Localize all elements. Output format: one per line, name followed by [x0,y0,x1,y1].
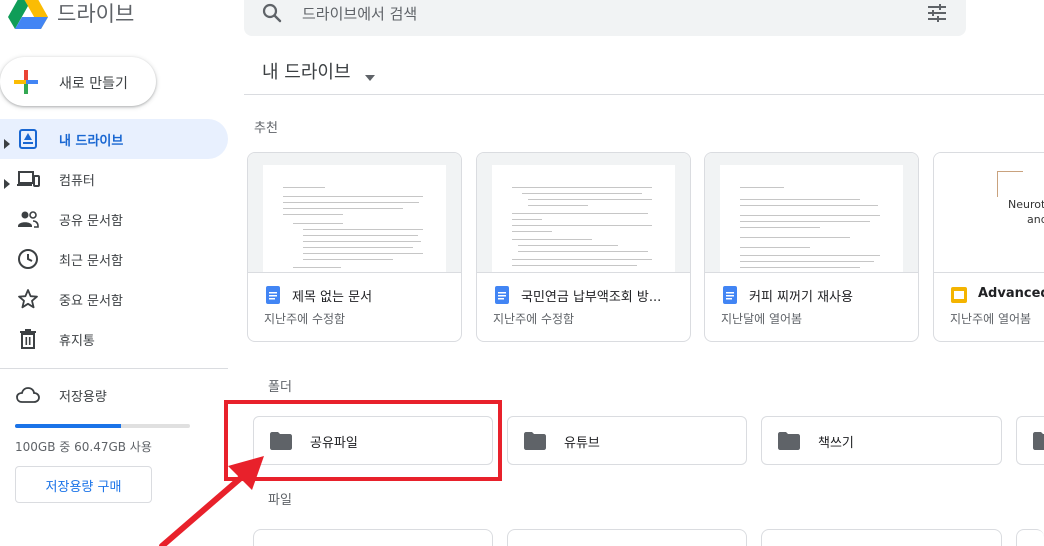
folder-item[interactable]: 책쓰기 [761,416,1002,465]
docs-icon [721,286,739,304]
file-name: 제목 없는 문서 [292,290,373,305]
file-thumbnail: Neurotran and Di [934,153,1044,273]
expand-caret-icon[interactable] [3,134,11,149]
slide-thumb-text: and Di [1027,213,1044,226]
suggested-file-card[interactable]: Neurotran and Di Advanced M 지난주에 열어봄 [933,152,1044,342]
plus-icon [12,68,40,96]
app-title: 드라이브 [57,2,135,26]
folder-icon [778,432,800,450]
folder-icon [524,432,546,450]
folder-name: 책쓰기 [818,436,854,451]
sidebar-item-label: 공유 문서함 [59,214,123,229]
folder-name: 유튜브 [564,436,600,451]
annotation-arrow-icon [159,456,264,546]
sidebar-item-label: 내 드라이브 [59,134,124,149]
sidebar-divider [0,368,228,369]
file-activity: 지난주에 열어봄 [950,312,1032,326]
buy-storage-label: 저장용량 구매 [45,480,122,495]
chevron-down-icon[interactable] [364,67,376,81]
google-drive-logo[interactable] [8,0,48,30]
clock-icon [16,247,40,271]
search-input[interactable]: 드라이브에서 검색 [302,3,417,24]
storage-usage-bar [15,424,190,428]
folders-section-label: 폴더 [268,380,292,395]
star-icon [16,287,40,311]
storage-usage-fill [15,424,121,428]
sidebar-item-label: 휴지통 [59,334,95,349]
file-thumbnail [248,153,461,273]
storage-label: 저장용량 [59,390,107,405]
suggested-file-card[interactable]: 제목 없는 문서 지난주에 수정함 [247,152,462,342]
file-activity: 지난달에 열어봄 [721,312,803,326]
folder-icon [1033,432,1044,450]
file-card[interactable] [761,529,1002,546]
storage-usage-text: 100GB 중 60.47GB 사용 [15,440,152,454]
slide-thumb-text: Neurotran [1008,198,1044,211]
docs-icon [264,286,282,304]
file-name: Advanced M [978,286,1044,301]
sidebar-item-label: 컴퓨터 [59,174,95,189]
folder-item[interactable]: 유튜브 [507,416,747,465]
shared-icon [16,207,40,231]
my-drive-icon [16,127,40,151]
docs-icon [493,286,511,304]
file-card[interactable] [507,529,747,546]
new-button-label: 새로 만들기 [59,76,128,92]
file-thumbnail [477,153,690,273]
file-activity: 지난주에 수정함 [264,312,346,326]
file-name: 커피 찌꺼기 재사용 [749,290,853,305]
page-title[interactable]: 내 드라이브 [262,58,351,84]
file-thumbnail [705,153,918,273]
cloud-icon [15,383,40,407]
trash-icon [16,327,40,351]
sidebar-item-label: 최근 문서함 [59,254,123,269]
tune-icon[interactable] [925,1,949,25]
file-card[interactable] [1016,529,1044,546]
sidebar-item-label: 중요 문서함 [59,294,123,309]
suggested-file-card[interactable]: 국민연금 납부액조회 방... 지난주에 수정함 [476,152,691,342]
slides-icon [950,286,968,304]
folder-item[interactable] [1016,416,1044,465]
suggested-file-card[interactable]: 커피 찌꺼기 재사용 지난달에 열어봄 [704,152,919,342]
file-activity: 지난주에 수정함 [493,312,575,326]
file-name: 국민연금 납부액조회 방... [521,290,662,305]
expand-caret-icon[interactable] [3,174,11,189]
search-icon[interactable] [260,1,284,25]
header-divider [244,94,1044,95]
computer-icon [16,167,40,191]
suggested-section-label: 추천 [254,121,278,136]
